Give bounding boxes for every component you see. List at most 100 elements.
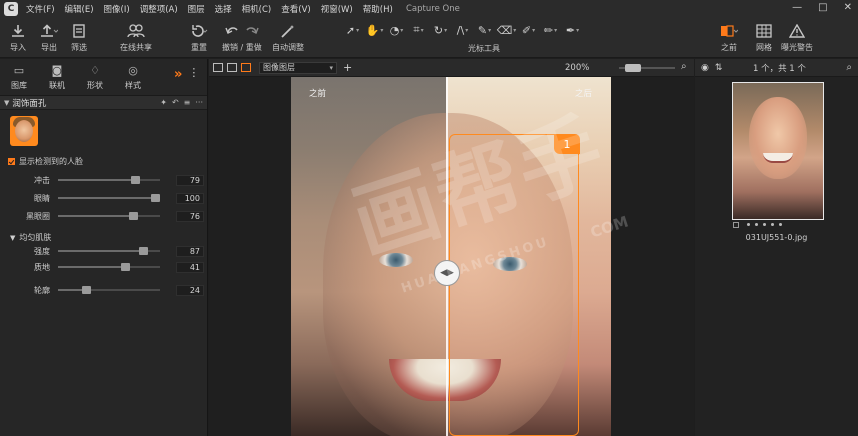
eye-icon[interactable]: ◉ bbox=[701, 63, 709, 73]
menu-select[interactable]: 选择 bbox=[215, 3, 232, 15]
grid-button[interactable]: 网格 bbox=[756, 21, 772, 53]
exposure-warning-button[interactable]: 曝光警告 bbox=[781, 21, 813, 53]
online-share-button[interactable]: 在线共享 bbox=[120, 21, 152, 53]
tab-styles[interactable]: ◎ 样式 bbox=[114, 64, 152, 91]
gradient-tool[interactable]: ✐ ▾ bbox=[519, 22, 538, 38]
slider-knob[interactable] bbox=[129, 212, 138, 220]
loupe-tool[interactable]: ◔ ▾ bbox=[387, 22, 406, 38]
add-layer-icon[interactable]: + bbox=[343, 61, 352, 74]
main-toolbar: 导入 导出 筛选 在线共享 重置 撤销 / 重做 自动调整 ➚ ▾ ✋ ▾ ◔ … bbox=[0, 18, 858, 58]
strength-slider[interactable] bbox=[58, 247, 160, 255]
minimize-button[interactable]: — bbox=[792, 2, 802, 13]
slider-knob[interactable] bbox=[139, 247, 148, 255]
pin-icon[interactable]: ✦ bbox=[160, 98, 167, 107]
filter-icon bbox=[73, 21, 85, 41]
strength-value[interactable]: 87 bbox=[176, 245, 204, 257]
rotate-tool[interactable]: ↻ ▾ bbox=[431, 22, 450, 38]
close-button[interactable]: ✕ bbox=[844, 2, 852, 13]
face-detection-box[interactable] bbox=[449, 134, 579, 436]
app-logo-icon[interactable]: C bbox=[4, 2, 18, 16]
dark-circles-slider[interactable] bbox=[58, 212, 160, 220]
more-options-icon[interactable]: ⋮ bbox=[188, 66, 199, 79]
texture-label: 质地 bbox=[34, 262, 50, 272]
contour-value[interactable]: 24 bbox=[176, 284, 204, 296]
reset-button[interactable]: 重置 bbox=[190, 21, 208, 53]
select-checkbox[interactable] bbox=[733, 222, 739, 228]
import-button[interactable]: 导入 bbox=[10, 21, 26, 53]
search-icon[interactable]: ⌕ bbox=[846, 62, 852, 73]
undo-redo-button[interactable]: 撤销 / 重做 bbox=[222, 21, 262, 53]
compare-handle-icon[interactable]: ◀▶ bbox=[434, 260, 460, 286]
detected-face-thumbnail[interactable] bbox=[10, 116, 38, 146]
maximize-button[interactable]: □ bbox=[818, 2, 827, 13]
heal-tool[interactable]: ✏ ▾ bbox=[541, 22, 560, 38]
dark-circles-value[interactable]: 76 bbox=[176, 210, 204, 222]
menu-adjustments[interactable]: 调整项(A) bbox=[140, 3, 178, 15]
contour-slider[interactable] bbox=[58, 286, 160, 294]
impact-slider[interactable] bbox=[58, 176, 160, 184]
menu-camera[interactable]: 相机(C) bbox=[242, 3, 272, 15]
slider-knob[interactable] bbox=[131, 176, 140, 184]
zoom-level[interactable]: 200% bbox=[565, 63, 589, 73]
face-retouch-title: 润饰面孔 bbox=[12, 98, 47, 109]
folder-icon: ▭ bbox=[13, 64, 25, 77]
menu-view[interactable]: 查看(V) bbox=[281, 3, 310, 15]
brush-tool[interactable]: ✎ ▾ bbox=[475, 22, 494, 38]
filter-button[interactable]: 筛选 bbox=[71, 21, 87, 53]
image-viewer[interactable]: 1 ◀▶ 之前 之后 bbox=[209, 77, 694, 436]
texture-slider[interactable] bbox=[58, 263, 160, 271]
menu-edit[interactable]: 编辑(E) bbox=[65, 3, 94, 15]
menu-icon[interactable]: ≡ bbox=[184, 98, 191, 107]
tab-library[interactable]: ▭ 图库 bbox=[0, 64, 38, 91]
tab-shape[interactable]: ♢ 形状 bbox=[76, 64, 114, 91]
zoom-search-icon[interactable]: ⌕ bbox=[681, 61, 687, 72]
more-icon[interactable]: ··· bbox=[195, 98, 203, 107]
menu-file[interactable]: 文件(F) bbox=[26, 3, 55, 15]
left-eye bbox=[379, 253, 413, 267]
portrait-photo[interactable]: 1 ◀▶ 之前 之后 bbox=[291, 77, 611, 436]
impact-value[interactable]: 79 bbox=[176, 174, 204, 186]
more-tabs-icon[interactable]: » bbox=[174, 67, 182, 82]
auto-adjust-button[interactable]: 自动调整 bbox=[272, 21, 304, 53]
compare-view-icon[interactable] bbox=[241, 63, 251, 72]
compare-divider[interactable] bbox=[446, 77, 448, 436]
menu-window[interactable]: 视窗(W) bbox=[321, 3, 353, 15]
eraser-tool[interactable]: ⌫ ▾ bbox=[497, 22, 517, 38]
crop-icon: ⌗ bbox=[413, 23, 420, 36]
pan-tool[interactable]: ✋ ▾ bbox=[365, 22, 384, 38]
reset-tool-icon[interactable]: ↶ bbox=[172, 98, 179, 107]
image-thumbnail[interactable] bbox=[732, 82, 824, 220]
style-icon: ◎ bbox=[128, 64, 138, 77]
even-skin-group[interactable]: ▼ 均匀肌肤 bbox=[10, 232, 51, 243]
menu-help[interactable]: 帮助(H) bbox=[363, 3, 393, 15]
eyes-slider[interactable] bbox=[58, 194, 160, 202]
contour-slider-row: 轮廓 24 bbox=[0, 283, 208, 297]
menu-layers[interactable]: 图层 bbox=[188, 3, 205, 15]
layer-select-value: 图像图层 bbox=[263, 63, 295, 72]
rating-stars[interactable] bbox=[747, 223, 782, 226]
zoom-slider[interactable] bbox=[619, 64, 675, 72]
slider-knob[interactable] bbox=[151, 194, 160, 202]
collapse-icon: ▼ bbox=[4, 98, 10, 107]
keystone-tool[interactable]: /\ ▾ bbox=[453, 22, 472, 38]
slider-knob[interactable] bbox=[121, 263, 130, 271]
face-retouch-header[interactable]: ▼ 润饰面孔 ✦ ↶ ≡ ··· bbox=[0, 96, 207, 110]
menu-image[interactable]: 图像(I) bbox=[104, 3, 130, 15]
before-button[interactable]: 之前 bbox=[720, 21, 738, 53]
tab-tether[interactable]: ◙ 联机 bbox=[38, 64, 76, 91]
zoom-knob[interactable] bbox=[625, 64, 641, 72]
show-faces-toggle[interactable]: 显示检测到的人脸 bbox=[8, 156, 83, 167]
eyes-value[interactable]: 100 bbox=[176, 192, 204, 204]
window-title: Capture One bbox=[406, 4, 460, 14]
single-view-icon[interactable] bbox=[213, 63, 223, 72]
show-faces-checkbox[interactable] bbox=[8, 158, 15, 165]
annotate-tool[interactable]: ✒ ▾ bbox=[563, 22, 582, 38]
export-button[interactable]: 导出 bbox=[40, 21, 58, 53]
multi-view-icon[interactable] bbox=[227, 63, 237, 72]
layer-select[interactable]: 图像图层 ▾ bbox=[259, 61, 337, 74]
sort-icon[interactable]: ⇅ bbox=[715, 63, 723, 73]
slider-knob[interactable] bbox=[82, 286, 91, 294]
crop-tool[interactable]: ⌗ ▾ bbox=[409, 22, 428, 38]
texture-value[interactable]: 41 bbox=[176, 261, 204, 273]
select-tool[interactable]: ➚ ▾ bbox=[343, 22, 362, 38]
